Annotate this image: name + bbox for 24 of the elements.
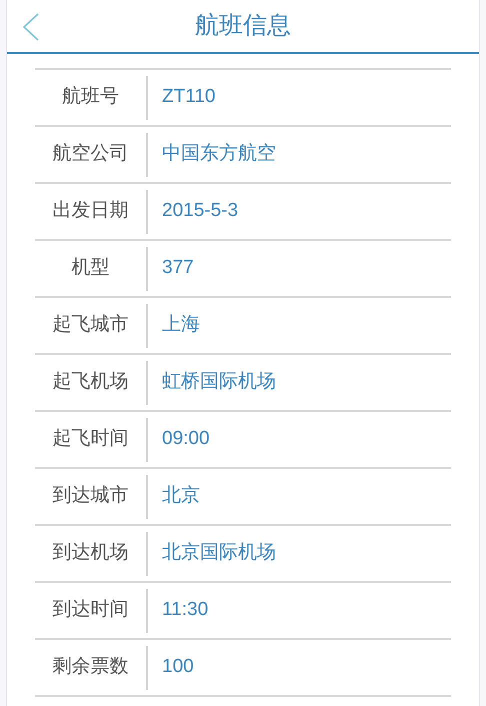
header-title: 航班信息	[195, 11, 291, 41]
field-label: 机型	[70, 256, 110, 280]
field-label: 起飞城市	[52, 313, 130, 338]
field-value: 2015-5-3	[161, 199, 238, 224]
field-label: 航班号	[61, 85, 120, 110]
field-value: 100	[161, 655, 194, 680]
field-value: 北京	[161, 484, 200, 508]
field-label: 剩余票数	[52, 655, 130, 680]
field-value: 中国东方航空	[161, 142, 276, 166]
field-value: 上海	[161, 313, 200, 338]
chevron-left-icon	[22, 13, 40, 41]
field-label: 到达城市	[52, 484, 130, 508]
field-value: 09:00	[161, 427, 210, 452]
field-label: 航空公司	[52, 142, 130, 166]
field-value: 11:30	[161, 598, 208, 622]
field-value: 虹桥国际机场	[161, 370, 276, 394]
field-label: 出发日期	[52, 199, 130, 224]
field-label: 到达时间	[52, 598, 130, 622]
field-label: 起飞时间	[52, 427, 130, 452]
field-value: 377	[161, 256, 194, 280]
field-value: 北京国际机场	[161, 541, 276, 566]
field-value: ZT110	[161, 85, 216, 110]
field-label: 起飞机场	[52, 370, 130, 394]
field-label: 到达机场	[52, 541, 130, 566]
